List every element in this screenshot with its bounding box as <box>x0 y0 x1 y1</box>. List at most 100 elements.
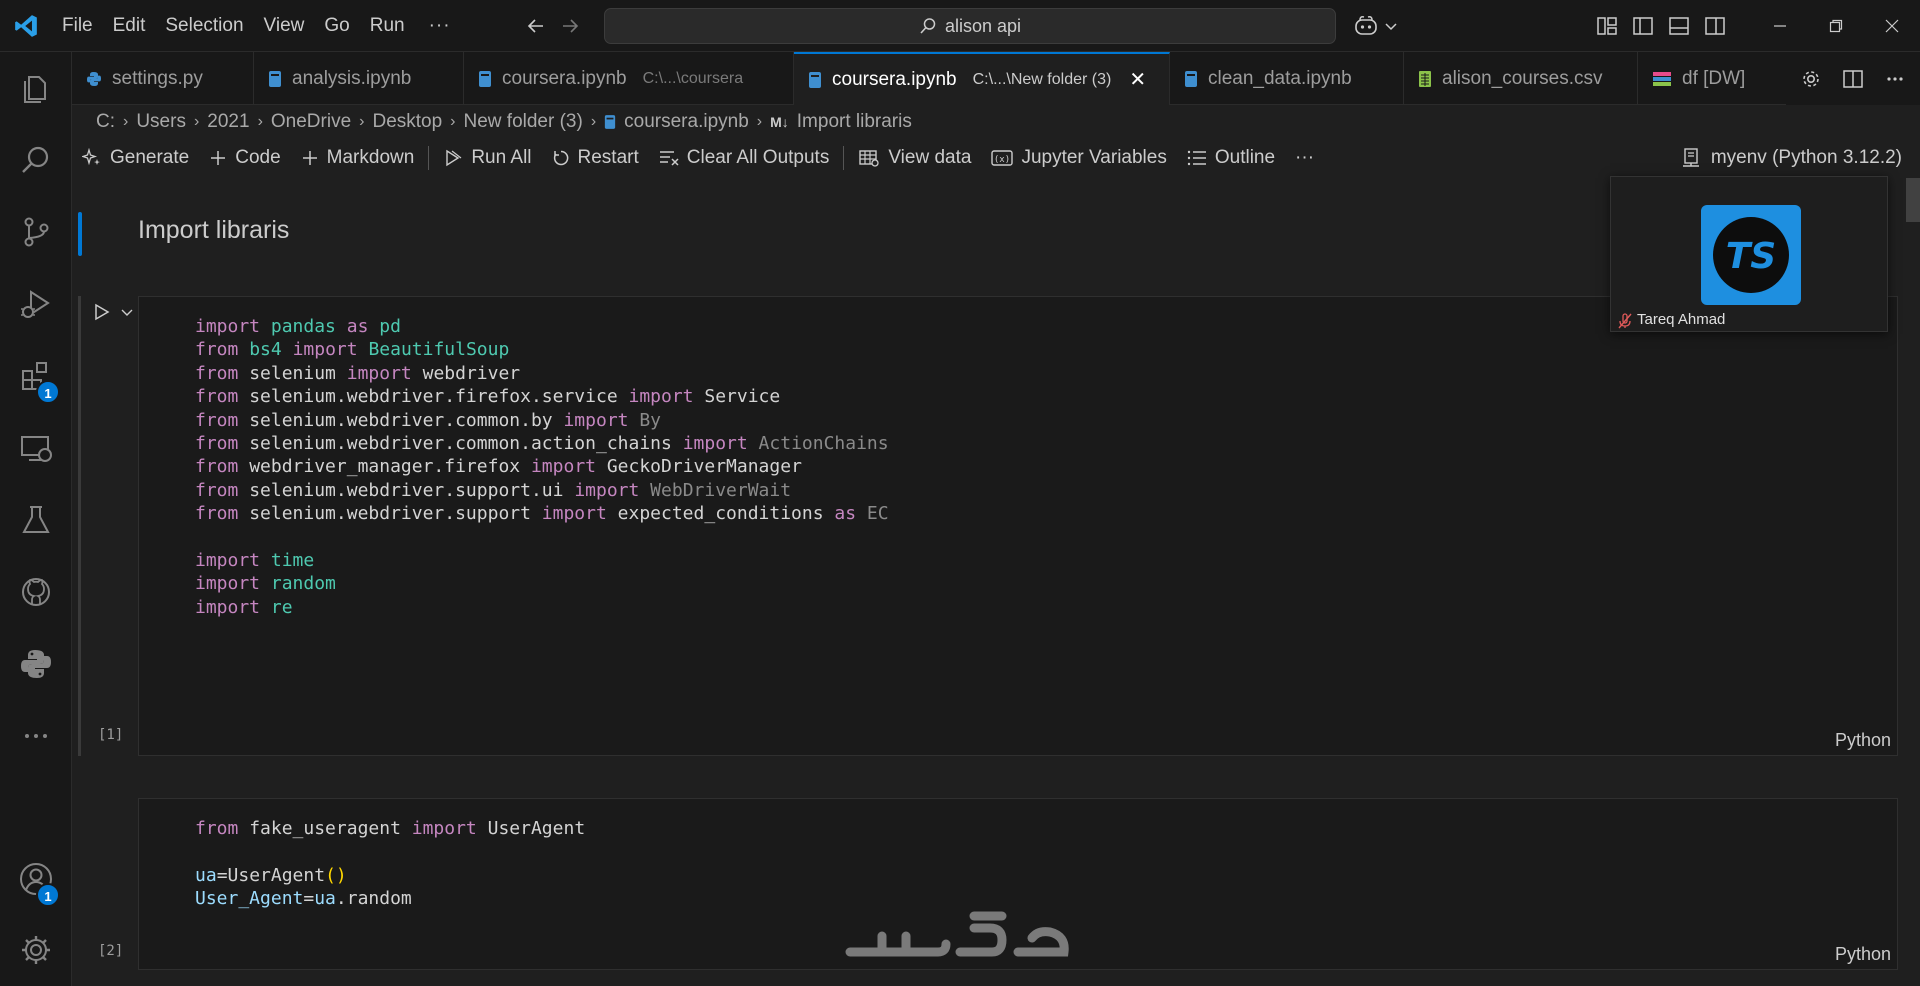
command-center-search[interactable]: alison api <box>604 8 1336 44</box>
code-token: Service <box>693 386 781 408</box>
menu-file[interactable]: File <box>52 9 103 43</box>
tab-coursera-ipynb-coursera[interactable]: coursera.ipynb C:\...\coursera <box>464 52 794 105</box>
vertical-scrollbar[interactable] <box>1906 178 1920 986</box>
tab-df-dw[interactable]: df [DW] <box>1638 52 1788 105</box>
menu-edit[interactable]: Edit <box>103 9 156 43</box>
code-token: =UserAgent <box>216 864 326 886</box>
customize-layout-icon[interactable] <box>1596 15 1618 37</box>
code-line[interactable]: import pandas as pd <box>195 315 889 338</box>
python-extension-icon[interactable] <box>0 628 72 700</box>
copilot-menu[interactable] <box>1352 0 1398 52</box>
code-line[interactable]: import random <box>195 572 889 595</box>
code-line[interactable]: User_Agent=ua.random <box>195 887 585 910</box>
code-line[interactable]: from selenium.webdriver.support.ui impor… <box>195 479 889 502</box>
more-toolbar-actions-button[interactable]: ··· <box>1285 141 1324 175</box>
close-window-icon[interactable] <box>1864 0 1920 52</box>
search-sidebar-icon[interactable] <box>0 124 72 196</box>
copilot-icon[interactable] <box>1352 15 1380 37</box>
code-line[interactable] <box>195 526 889 549</box>
run-cell-icon[interactable] <box>92 302 112 322</box>
breadcrumb-item[interactable]: Desktop <box>372 111 442 133</box>
code-line[interactable]: from fake_useragent import UserAgent <box>195 817 585 840</box>
menu-view[interactable]: View <box>254 9 315 43</box>
code-token: from <box>195 818 239 839</box>
code-token: User_Agent <box>195 888 304 910</box>
code-line[interactable]: from selenium.webdriver.support import e… <box>195 502 889 525</box>
jupyter-variables-button[interactable]: (x) Jupyter Variables <box>981 141 1176 175</box>
tab-settings-py[interactable]: settings.py <box>72 52 254 105</box>
view-data-button[interactable]: View data <box>848 141 981 175</box>
breadcrumb-item[interactable]: 2021 <box>207 111 249 133</box>
chevron-down-icon[interactable] <box>1384 19 1398 33</box>
cell-language-label[interactable]: Python <box>1835 944 1891 965</box>
menu-selection[interactable]: Selection <box>155 9 253 43</box>
code-editor[interactable]: from fake_useragent import UserAgent ua=… <box>195 817 585 911</box>
run-all-button[interactable]: Run All <box>433 141 541 175</box>
add-markdown-cell-button[interactable]: Markdown <box>291 141 425 175</box>
code-line[interactable]: ua=UserAgent() <box>195 864 585 887</box>
code-token: import <box>346 362 412 384</box>
menu-more[interactable]: ··· <box>415 9 465 43</box>
code-editor[interactable]: import pandas as pd from bs4 import Beaut… <box>195 315 889 619</box>
remote-explorer-icon[interactable] <box>0 412 72 484</box>
breadcrumb-item[interactable]: New folder (3) <box>464 111 583 133</box>
code-line[interactable]: from webdriver_manager.firefox import Ge… <box>195 455 889 478</box>
breadcrumb-item[interactable]: Users <box>136 111 186 133</box>
kernel-picker[interactable]: myenv (Python 3.12.2) <box>1681 140 1902 176</box>
menu-go[interactable]: Go <box>314 9 359 43</box>
breadcrumb-item[interactable]: Import libraris <box>797 111 912 133</box>
tab-alison-courses-csv[interactable]: alison_courses.csv <box>1404 52 1638 105</box>
code-cell-1[interactable]: import pandas as pd from bs4 import Beaut… <box>138 296 1898 756</box>
manage-gear-icon[interactable] <box>0 914 72 986</box>
tab-analysis-ipynb[interactable]: analysis.ipynb <box>254 52 464 105</box>
extensions-icon[interactable]: 1 <box>0 340 72 412</box>
toolbar-divider <box>843 146 845 170</box>
restore-icon[interactable] <box>1808 0 1864 52</box>
outline-button[interactable]: Outline <box>1177 141 1285 175</box>
code-line[interactable]: import time <box>195 549 889 572</box>
chevron-down-icon[interactable] <box>120 305 134 319</box>
generate-button[interactable]: Generate <box>72 141 199 175</box>
notebook-settings-gear-icon[interactable] <box>1792 60 1830 98</box>
menu-run[interactable]: Run <box>360 9 415 43</box>
code-line[interactable]: from bs4 import BeautifulSoup <box>195 338 889 361</box>
github-icon[interactable] <box>0 556 72 628</box>
run-debug-icon[interactable] <box>0 268 72 340</box>
accounts-icon[interactable]: 1 <box>0 843 72 915</box>
more-views-icon[interactable] <box>0 700 72 772</box>
code-line[interactable]: from selenium.webdriver.common.by import… <box>195 409 889 432</box>
forward-arrow-icon[interactable] <box>553 9 587 43</box>
more-actions-icon[interactable] <box>1876 60 1914 98</box>
tab-clean-data-ipynb[interactable]: clean_data.ipynb <box>1170 52 1404 105</box>
cell-language-label[interactable]: Python <box>1835 730 1891 751</box>
code-token: from <box>195 362 239 384</box>
breadcrumb-item[interactable]: coursera.ipynb <box>624 111 749 133</box>
code-line[interactable]: from selenium import webdriver <box>195 362 889 385</box>
explorer-icon[interactable] <box>0 52 72 124</box>
minimize-icon[interactable] <box>1752 0 1808 52</box>
code-line[interactable]: import re <box>195 596 889 619</box>
scrollbar-thumb[interactable] <box>1906 178 1920 222</box>
toggle-panel-icon[interactable] <box>1668 15 1690 37</box>
restart-button[interactable]: Restart <box>542 141 649 175</box>
chevron-right-icon: › <box>193 113 200 130</box>
clear-all-outputs-button[interactable]: Clear All Outputs <box>649 141 840 175</box>
source-control-icon[interactable] <box>0 196 72 268</box>
tab-coursera-ipynb-new-folder[interactable]: coursera.ipynb C:\...\New folder (3) ✕ <box>794 52 1170 105</box>
code-line[interactable]: from selenium.webdriver.firefox.service … <box>195 385 889 408</box>
toggle-secondary-sidebar-icon[interactable] <box>1704 15 1726 37</box>
testing-flask-icon[interactable] <box>0 484 72 556</box>
breadcrumb-item[interactable]: C: <box>96 111 115 133</box>
video-call-overlay[interactable]: TS Tareq Ahmad <box>1610 176 1888 332</box>
breadcrumb-item[interactable]: OneDrive <box>271 111 351 133</box>
close-tab-icon[interactable]: ✕ <box>1129 67 1146 92</box>
back-arrow-icon[interactable] <box>519 9 553 43</box>
add-code-cell-button[interactable]: Code <box>199 141 290 175</box>
code-line[interactable]: from selenium.webdriver.common.action_ch… <box>195 432 889 455</box>
code-token: import <box>563 409 629 431</box>
code-line[interactable] <box>195 840 585 863</box>
split-editor-icon[interactable] <box>1834 60 1872 98</box>
toggle-primary-sidebar-icon[interactable] <box>1632 15 1654 37</box>
code-token: webdriver_manager.firefox <box>238 456 531 478</box>
